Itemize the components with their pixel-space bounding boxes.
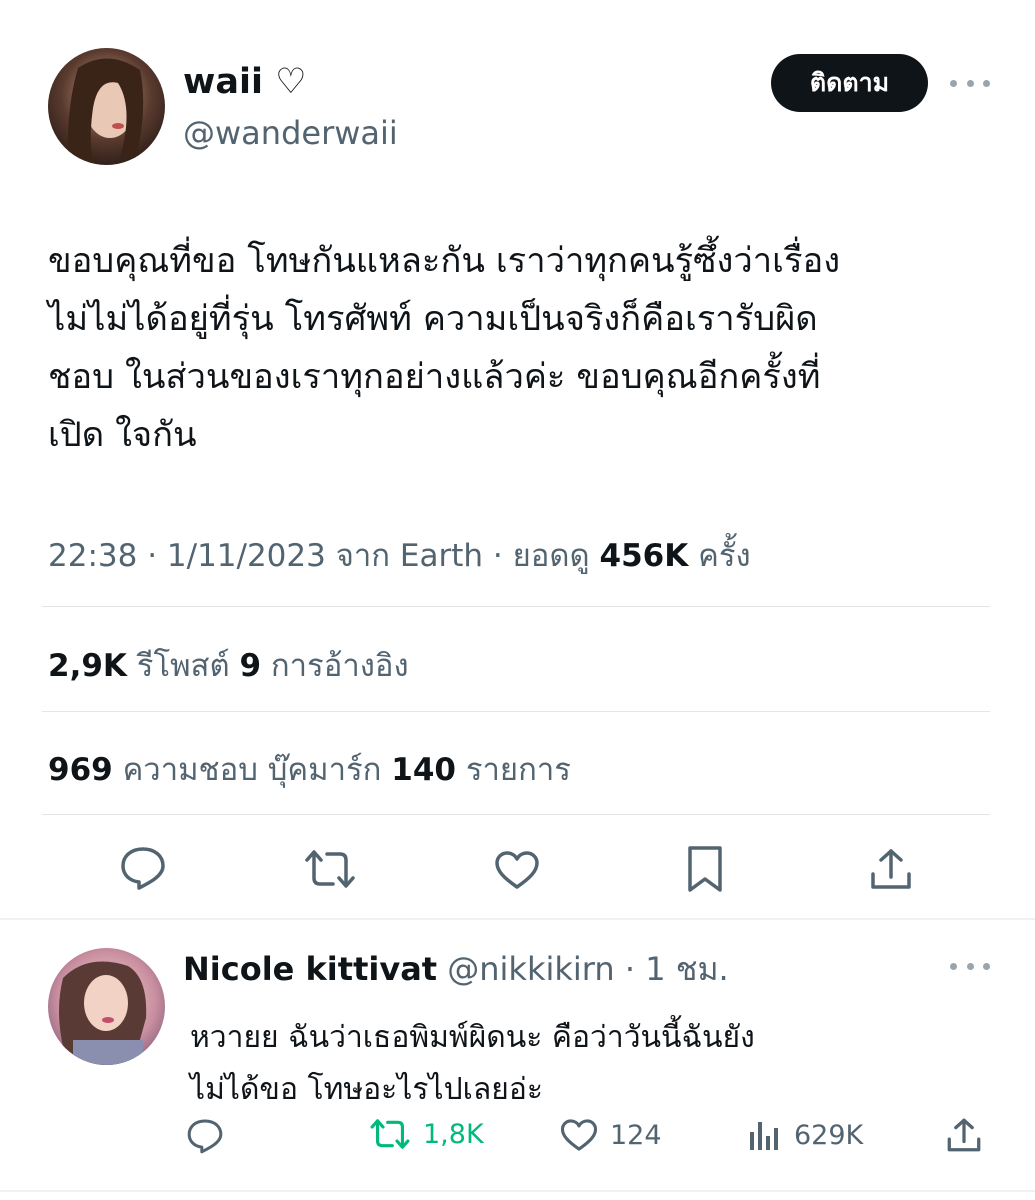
- share-icon[interactable]: [869, 847, 913, 891]
- repost-count[interactable]: 2,9K: [48, 648, 127, 684]
- repost-icon[interactable]: [303, 848, 357, 890]
- bookmark-count[interactable]: 140: [391, 752, 456, 788]
- reply-text-line: ไม่ได้ขอ โทษอะไรไปเลยอ่ะ: [190, 1072, 543, 1107]
- reply-share-button[interactable]: [946, 1117, 994, 1153]
- author-handle[interactable]: @wanderwaii: [183, 114, 398, 152]
- like-icon: [560, 1119, 598, 1151]
- divider: [42, 711, 990, 712]
- follow-button[interactable]: ติดตาม: [771, 54, 928, 112]
- divider: [42, 814, 990, 815]
- view-count: 456K: [599, 538, 689, 574]
- reply-like-count: 124: [610, 1119, 662, 1151]
- reply-text: หวายย ฉันว่าเธอพิมพ์ผิดนะ คือว่าวันนี้ฉั…: [190, 1012, 755, 1116]
- tweet-text-line: ไม่ไม่ได้อยู่ที่รุ่น โทรศัพท์ ความเป็นจร…: [48, 299, 818, 339]
- reply-text-line: หวายย ฉันว่าเธอพิมพ์ผิดนะ คือว่าวันนี้ฉั…: [190, 1020, 755, 1055]
- tweet-text: ขอบคุณที่ขอ โทษกันแหละกัน เราว่าทุกคนรู้…: [48, 232, 998, 464]
- bookmark-icon[interactable]: [686, 845, 724, 893]
- author-display-name[interactable]: waii ♡: [183, 62, 307, 102]
- section-divider: [0, 918, 1035, 920]
- reply-repost-count: 1,8K: [423, 1118, 484, 1150]
- reply-repost-button[interactable]: 1,8K: [369, 1117, 484, 1151]
- quote-label[interactable]: การอ้างอิง: [261, 648, 409, 684]
- reply-icon: [187, 1119, 223, 1154]
- reply-more-options-icon[interactable]: [950, 956, 990, 976]
- reply-header: Nicole kittivat @nikkikirn · 1 ชม.: [183, 944, 729, 995]
- reply-views-button[interactable]: 629K: [748, 1118, 863, 1152]
- reply-author-name[interactable]: Nicole kittivat: [183, 950, 437, 988]
- reply-author-avatar[interactable]: [48, 948, 165, 1065]
- tweet-text-line: เปิด ใจกัน: [48, 415, 197, 455]
- like-bookmark-stats: 969 ความชอบ บุ๊คมาร์ก 140 รายการ: [48, 744, 571, 794]
- reply-author-handle-time[interactable]: @nikkikirn · 1 ชม.: [437, 950, 728, 988]
- author-avatar[interactable]: [48, 48, 165, 165]
- view-count-suffix: ครั้ง: [688, 538, 751, 574]
- quote-count[interactable]: 9: [239, 648, 261, 684]
- more-options-icon[interactable]: [950, 73, 990, 93]
- tweet-timestamp[interactable]: 22:38 · 1/11/2023 จาก Earth · ยอดดู: [48, 538, 600, 574]
- tweet-text-line: ชอบ ในส่วนของเราทุกอย่างแล้วค่ะ ขอบคุณอี…: [48, 357, 821, 397]
- repost-icon: [370, 1119, 410, 1149]
- tweet-text-line: ขอบคุณที่ขอ โทษกันแหละกัน เราว่าทุกคนรู้…: [48, 241, 841, 281]
- analytics-icon: [750, 1122, 778, 1150]
- reply-icon[interactable]: [119, 846, 167, 890]
- share-icon: [947, 1118, 981, 1152]
- bookmark-label[interactable]: รายการ: [456, 752, 571, 788]
- divider: [42, 606, 990, 607]
- reply-reply-button[interactable]: [186, 1118, 236, 1154]
- like-label[interactable]: ความชอบ บุ๊คมาร์ก: [113, 752, 392, 788]
- section-divider: [0, 1190, 1035, 1192]
- repost-quote-stats: 2,9K รีโพสต์ 9 การอ้างอิง: [48, 640, 409, 690]
- reply-view-count: 629K: [794, 1119, 864, 1151]
- like-count[interactable]: 969: [48, 752, 113, 788]
- tweet-meta: 22:38 · 1/11/2023 จาก Earth · ยอดดู 456K…: [48, 530, 751, 580]
- reply-like-button[interactable]: 124: [560, 1118, 662, 1152]
- repost-label[interactable]: รีโพสต์: [127, 648, 240, 684]
- like-icon[interactable]: [494, 850, 540, 890]
